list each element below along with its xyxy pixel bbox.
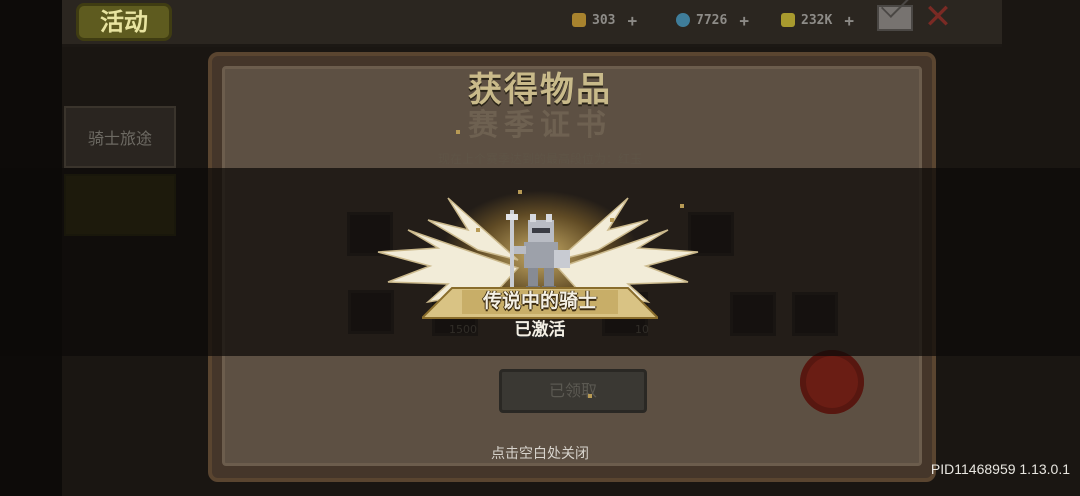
add-gold-button[interactable]: + bbox=[627, 11, 637, 30]
resource-coins: 232K + bbox=[781, 10, 854, 30]
sparkle bbox=[588, 394, 592, 398]
item-name: 传说中的骑士 bbox=[482, 290, 597, 312]
item-status: 已激活 bbox=[514, 320, 566, 340]
sparkle bbox=[610, 218, 614, 222]
gold-icon bbox=[572, 13, 586, 27]
close-hint: 点击空白处关闭 bbox=[491, 446, 589, 462]
claim-button[interactable]: 已领取 bbox=[499, 369, 647, 413]
coin-icon bbox=[781, 13, 795, 27]
gem-value: 7726 bbox=[696, 12, 728, 28]
sparkle bbox=[680, 204, 684, 208]
resource-gold: 303 + bbox=[572, 10, 637, 30]
resource-gems: 7726 + bbox=[676, 10, 749, 30]
activity-tab[interactable]: 活动 bbox=[76, 3, 172, 41]
modal-title: 获得物品 bbox=[468, 70, 612, 110]
sparkle bbox=[456, 130, 460, 134]
version-label: PID11468959 1.13.0.1 bbox=[930, 461, 1070, 477]
gold-value: 303 bbox=[592, 12, 616, 28]
add-gem-button[interactable]: + bbox=[739, 11, 749, 30]
gem-icon bbox=[676, 13, 690, 27]
close-icon[interactable]: ✕ bbox=[920, 0, 956, 36]
panel-subtitle: 现在上个赛季达到的最高段位为：红玉 bbox=[437, 152, 642, 166]
sparkle bbox=[476, 228, 480, 232]
sparkle bbox=[518, 190, 522, 194]
coin-value: 232K bbox=[801, 12, 833, 28]
add-coin-button[interactable]: + bbox=[844, 11, 854, 30]
seal-icon bbox=[800, 350, 864, 414]
mail-icon[interactable] bbox=[877, 5, 913, 31]
top-bar bbox=[62, 0, 1002, 47]
